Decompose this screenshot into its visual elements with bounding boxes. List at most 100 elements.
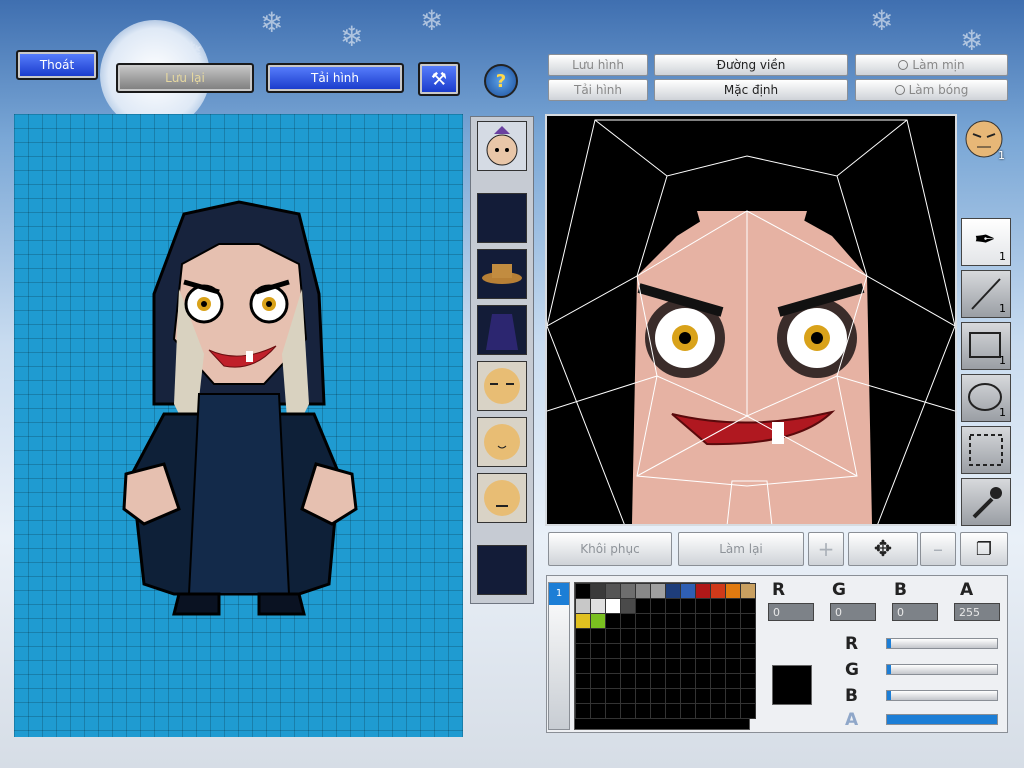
color-swatch[interactable] [665,583,681,599]
color-swatch[interactable] [650,598,666,614]
color-swatch[interactable] [665,643,681,659]
color-swatch[interactable] [605,703,621,719]
redo-button[interactable]: Làm lại [678,532,804,566]
help-button[interactable]: ? [484,64,518,98]
color-swatch[interactable] [725,673,741,689]
color-swatch[interactable] [710,703,726,719]
color-swatch[interactable] [590,613,606,629]
color-swatch[interactable] [590,658,606,674]
color-swatch[interactable] [650,643,666,659]
r-slider[interactable] [886,638,998,649]
color-swatch[interactable] [740,658,756,674]
color-swatch[interactable] [635,643,651,659]
color-swatch[interactable] [695,703,711,719]
color-swatch[interactable] [680,613,696,629]
color-swatch[interactable] [680,703,696,719]
color-swatch[interactable] [740,703,756,719]
color-swatch[interactable] [650,703,666,719]
color-swatch[interactable] [590,688,606,704]
color-swatch[interactable] [680,598,696,614]
color-swatch[interactable] [590,628,606,644]
hammer-button[interactable]: ⚒ [418,62,460,96]
color-swatch[interactable] [650,628,666,644]
color-swatch[interactable] [695,583,711,599]
a-slider[interactable] [886,714,998,725]
color-swatch[interactable] [695,598,711,614]
part-nose[interactable] [477,417,527,467]
color-swatch[interactable] [650,613,666,629]
color-swatch[interactable] [635,583,651,599]
color-swatch[interactable] [590,643,606,659]
color-swatch[interactable] [725,688,741,704]
a-value-field[interactable]: 255 [954,603,1000,621]
color-swatch[interactable] [605,643,621,659]
color-swatch[interactable] [575,598,591,614]
part-eyes[interactable] [477,361,527,411]
color-swatch[interactable] [575,628,591,644]
ellipse-tool[interactable]: 1 [961,374,1011,422]
color-swatch[interactable] [575,703,591,719]
color-swatch[interactable] [710,583,726,599]
layer-button[interactable]: ❐ [960,532,1008,566]
restore-button[interactable]: Khôi phục [548,532,672,566]
color-swatch[interactable] [710,658,726,674]
color-swatch[interactable] [635,673,651,689]
color-swatch[interactable] [635,628,651,644]
part-hat[interactable] [477,249,527,299]
color-swatch[interactable] [740,583,756,599]
color-swatch[interactable] [725,583,741,599]
color-swatch[interactable] [620,598,636,614]
color-swatch[interactable] [695,688,711,704]
color-swatch[interactable] [605,658,621,674]
color-swatch[interactable] [635,613,651,629]
color-swatch[interactable] [695,673,711,689]
color-swatch[interactable] [680,673,696,689]
save-button[interactable]: Lưu lại [116,63,254,93]
color-swatch[interactable] [725,598,741,614]
color-swatch[interactable] [620,643,636,659]
part-mouth[interactable] [477,473,527,523]
color-swatch[interactable] [665,688,681,704]
color-swatch[interactable] [725,643,741,659]
smooth-toggle[interactable]: Làm mịn [855,54,1008,76]
color-swatch[interactable] [740,598,756,614]
color-swatch[interactable] [725,628,741,644]
outline-button[interactable]: Đường viền [654,54,848,76]
color-swatch[interactable] [710,673,726,689]
reload-button[interactable]: Tải hình [266,63,404,93]
b-value-field[interactable]: 0 [892,603,938,621]
color-swatch[interactable] [620,628,636,644]
color-swatch[interactable] [605,613,621,629]
color-swatch[interactable] [710,688,726,704]
move-button[interactable]: ✥ [848,532,918,566]
color-swatch[interactable] [620,703,636,719]
color-swatch[interactable] [710,613,726,629]
color-swatch[interactable] [710,628,726,644]
color-swatch[interactable] [725,658,741,674]
part-slot-empty[interactable] [477,545,527,595]
color-swatch[interactable] [665,703,681,719]
color-swatch[interactable] [635,688,651,704]
color-swatch[interactable] [680,583,696,599]
color-swatch[interactable] [575,613,591,629]
color-swatch[interactable] [635,658,651,674]
minus-button[interactable]: – [920,532,956,566]
color-swatch[interactable] [605,673,621,689]
color-swatch[interactable] [650,658,666,674]
color-swatch[interactable] [665,673,681,689]
brush-tool[interactable]: ✒ 1 [961,218,1011,266]
color-swatch[interactable] [605,598,621,614]
color-swatch[interactable] [740,613,756,629]
color-swatch[interactable] [650,688,666,704]
color-swatch[interactable] [695,643,711,659]
g-value-field[interactable]: 0 [830,603,876,621]
color-swatch[interactable] [680,643,696,659]
current-face-badge[interactable]: 1 [961,116,1007,162]
color-swatch[interactable] [650,583,666,599]
exit-button[interactable]: Thoát [16,50,98,80]
selection-tool[interactable] [961,426,1011,474]
color-swatch[interactable] [695,613,711,629]
color-swatch[interactable] [635,703,651,719]
color-swatch[interactable] [575,688,591,704]
color-swatch[interactable] [665,598,681,614]
